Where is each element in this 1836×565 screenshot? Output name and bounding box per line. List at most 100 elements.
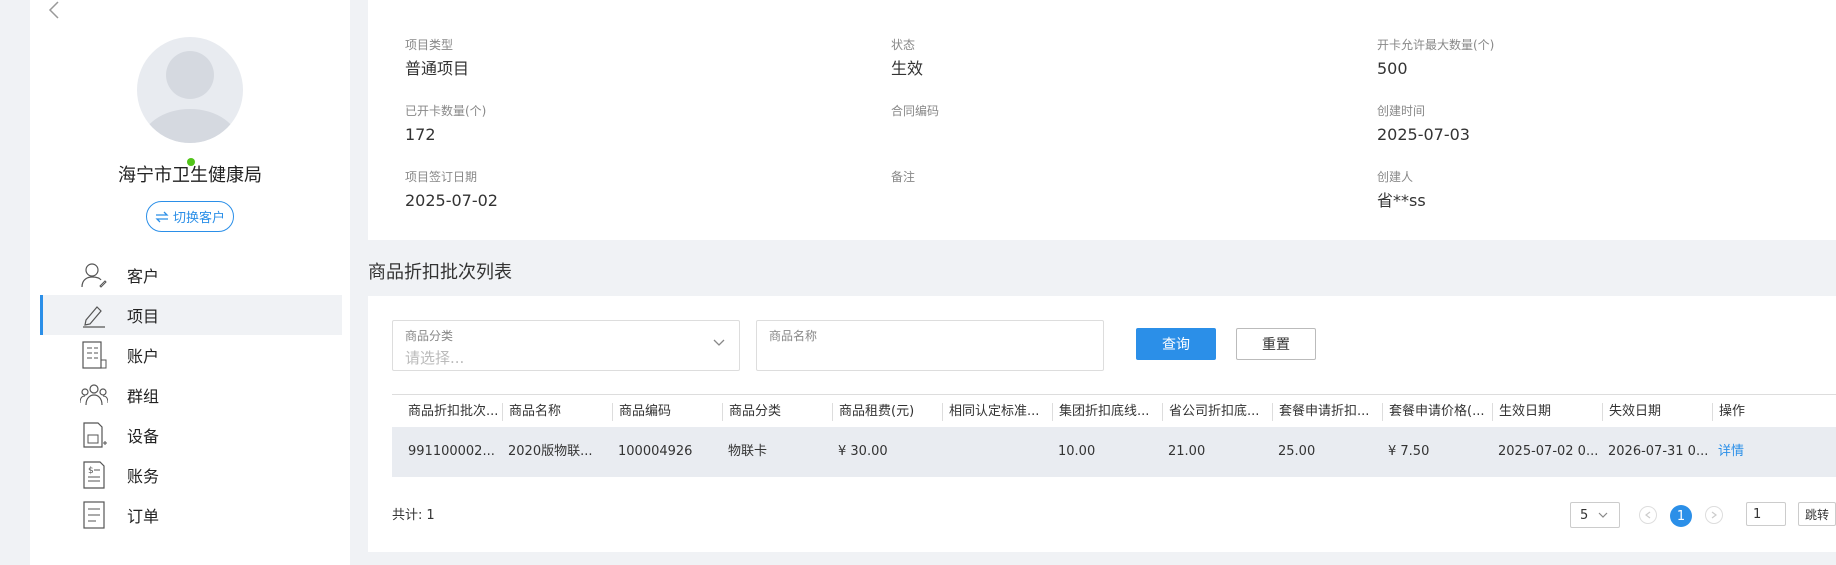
field-label: 开卡允许最大数量(个) (1377, 38, 1495, 52)
sidebar-item-label: 账户 (127, 347, 160, 366)
discount-batch-list-card: 商品分类 请选择... 商品名称 查询 重置 商品折扣批次... 商品名称 商品… (368, 296, 1836, 552)
account-icon (82, 341, 107, 369)
column-header: 套餐申请折扣... (1272, 403, 1382, 421)
back-arrow-icon[interactable] (44, 0, 64, 24)
discount-batch-table: 商品折扣批次... 商品名称 商品编码 商品分类 商品租费(元) 相同认定标准.… (392, 394, 1836, 477)
total-label: 共计: (392, 508, 423, 523)
project-info-card: 项目类型 普通项目 状态 生效 开卡允许最大数量(个) 500 已开卡数量(个)… (368, 0, 1836, 240)
column-header: 套餐申请价格(... (1382, 403, 1492, 421)
swap-icon (155, 211, 169, 222)
sidebar-item-label: 项目 (127, 307, 160, 326)
field-label: 已开卡数量(个) (405, 104, 487, 118)
table-cell: 2026-07-31 0... (1608, 444, 1709, 459)
table-cell: ¥ 30.00 (838, 444, 888, 459)
field-creator: 创建人 省**ss (1377, 169, 1426, 211)
table-cell: 21.00 (1168, 444, 1206, 459)
total-count: 共计: 1 (392, 504, 435, 523)
table-cell: 100004926 (618, 444, 693, 459)
field-value: 2025-07-02 (405, 191, 498, 210)
chevron-left-icon (1645, 511, 1651, 519)
switch-customer-label: 切换客户 (172, 211, 225, 226)
field-project-type: 项目类型 普通项目 (405, 37, 469, 79)
svg-text:$: $ (88, 466, 94, 476)
category-select-label: 商品分类 (405, 329, 454, 343)
field-label: 项目类型 (405, 38, 454, 52)
field-opened-cards: 已开卡数量(个) 172 (405, 103, 486, 145)
field-value: 500 (1377, 59, 1408, 78)
sidebar-item-account[interactable]: 账户 (40, 335, 342, 375)
chevron-right-icon (1711, 511, 1717, 519)
table-row: 991100002... 2020版物联... 100004926 物联卡 ¥ … (392, 427, 1836, 477)
column-header: 商品编码 (612, 403, 722, 421)
page-1-button[interactable]: 1 (1670, 505, 1692, 527)
page-size-select[interactable]: 5 (1570, 502, 1620, 528)
reset-button[interactable]: 重置 (1236, 328, 1316, 360)
field-status: 状态 生效 (891, 37, 923, 79)
column-header: 商品分类 (722, 403, 832, 421)
field-value: 普通项目 (405, 59, 470, 78)
field-label: 创建人 (1377, 170, 1414, 184)
column-header: 失效日期 (1602, 403, 1712, 421)
field-max-cards: 开卡允许最大数量(个) 500 (1377, 37, 1494, 79)
field-contract-code: 合同编码 (891, 103, 939, 125)
column-header: 商品名称 (502, 403, 612, 421)
table-cell: 2025-07-02 0... (1498, 444, 1599, 459)
user-icon (81, 263, 107, 288)
sidebar: 海宁市卫生健康局 切换客户 客户 项目 账户 群组 设备 $ 账务 订单 (30, 0, 350, 565)
sidebar-item-device[interactable]: 设备 (40, 415, 342, 455)
sidebar-item-label: 群组 (127, 387, 160, 406)
sidebar-item-billing[interactable]: $ 账务 (40, 455, 342, 495)
query-button[interactable]: 查询 (1136, 328, 1216, 360)
category-select-placeholder: 请选择... (405, 349, 465, 367)
sidebar-item-label: 设备 (127, 427, 160, 446)
sidebar-item-label: 订单 (127, 507, 160, 526)
table-cell: 10.00 (1058, 444, 1096, 459)
table-cell: 25.00 (1278, 444, 1316, 459)
sidebar-item-order[interactable]: 订单 (40, 495, 342, 535)
section-title: 商品折扣批次列表 (368, 262, 512, 283)
sidebar-item-label: 客户 (127, 267, 160, 286)
table-cell: ¥ 7.50 (1388, 444, 1430, 459)
switch-customer-button[interactable]: 切换客户 (146, 201, 234, 232)
field-sign-date: 项目签订日期 2025-07-02 (405, 169, 498, 211)
column-header: 集团折扣底线... (1052, 403, 1162, 421)
customer-name: 海宁市卫生健康局 (118, 165, 262, 186)
column-header: 省公司折扣底... (1162, 403, 1272, 421)
column-header: 相同认定标准... (942, 403, 1052, 421)
field-value: 172 (405, 125, 436, 144)
jump-page-input[interactable] (1746, 502, 1786, 526)
sidebar-item-customer[interactable]: 客户 (40, 255, 342, 295)
total-value: 1 (426, 508, 435, 523)
field-remark: 备注 (891, 169, 915, 191)
sidebar-nav: 客户 项目 账户 群组 设备 $ 账务 订单 (40, 255, 342, 535)
field-value: 2025-07-03 (1377, 125, 1470, 144)
table-cell: 991100002... (408, 444, 495, 459)
order-icon (83, 501, 105, 529)
field-created-time: 创建时间 2025-07-03 (1377, 103, 1470, 145)
column-header: 操作 (1712, 403, 1822, 421)
avatar (137, 37, 243, 143)
edit-icon (83, 306, 105, 328)
device-icon (83, 422, 107, 448)
column-header: 生效日期 (1492, 403, 1602, 421)
column-header: 商品折扣批次... (408, 404, 499, 419)
field-value: 省**ss (1377, 191, 1426, 210)
field-label: 创建时间 (1377, 104, 1426, 118)
prev-page-button[interactable] (1639, 506, 1657, 524)
field-label: 项目签订日期 (405, 170, 478, 184)
sidebar-item-label: 账务 (127, 467, 160, 486)
sidebar-item-group[interactable]: 群组 (40, 375, 342, 415)
product-name-input[interactable]: 商品名称 (756, 320, 1104, 371)
category-select[interactable]: 商品分类 请选择... (392, 320, 740, 371)
field-value: 生效 (891, 59, 924, 78)
jump-button[interactable]: 跳转 (1798, 502, 1836, 526)
field-label: 合同编码 (891, 104, 940, 118)
field-label: 备注 (891, 170, 916, 184)
next-page-button[interactable] (1705, 506, 1723, 524)
detail-link[interactable]: 详情 (1712, 443, 1822, 461)
billing-icon: $ (83, 461, 105, 489)
page-size-value: 5 (1580, 507, 1589, 523)
table-header: 商品折扣批次... 商品名称 商品编码 商品分类 商品租费(元) 相同认定标准.… (392, 394, 1836, 427)
chevron-down-icon (1598, 512, 1608, 518)
sidebar-item-project[interactable]: 项目 (40, 295, 342, 335)
